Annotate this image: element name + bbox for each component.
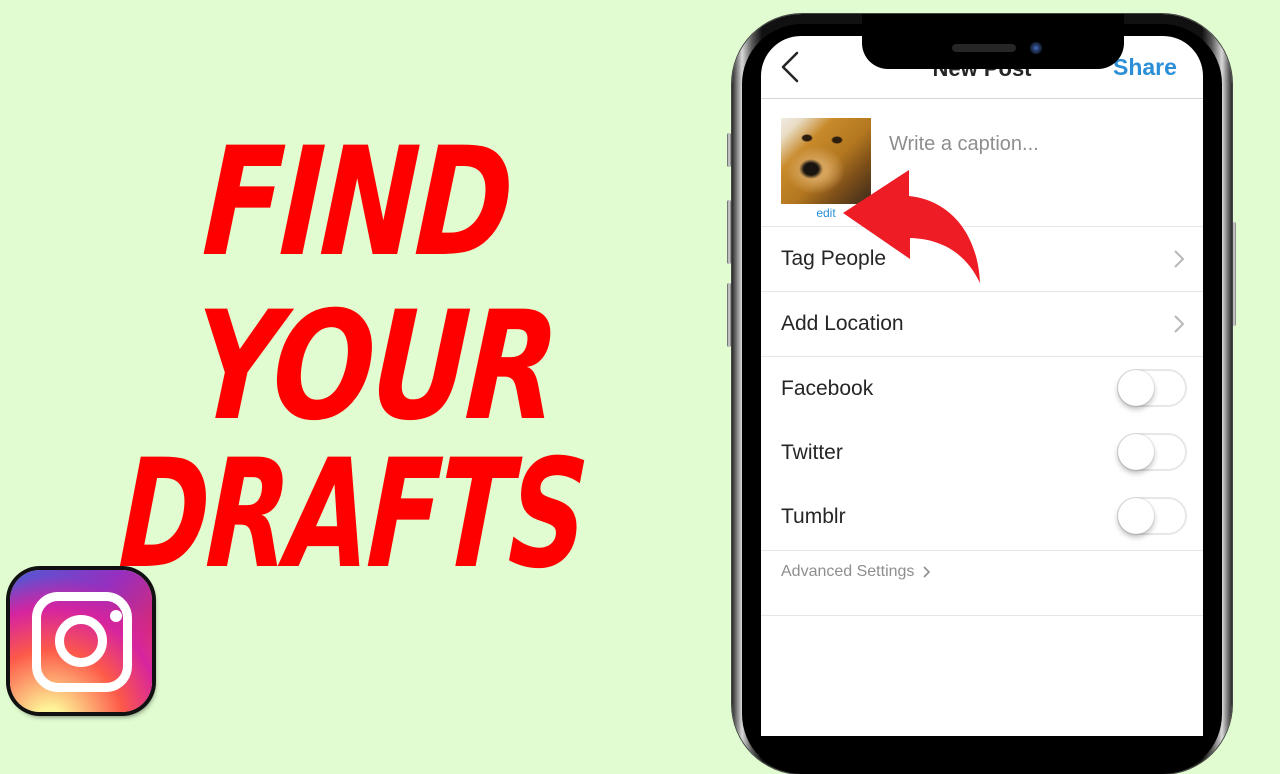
divider xyxy=(761,615,1203,616)
instagram-logo-flash xyxy=(110,610,122,622)
toggle-knob xyxy=(1118,434,1154,470)
instagram-logo-icon xyxy=(10,570,152,712)
phone-notch xyxy=(862,14,1124,69)
chevron-right-icon xyxy=(923,566,931,578)
row-twitter: Twitter xyxy=(761,421,1203,485)
twitter-toggle[interactable] xyxy=(1117,433,1187,471)
row-label: Facebook xyxy=(781,377,874,400)
phone-power-button xyxy=(1232,222,1236,326)
row-tumblr: Tumblr xyxy=(761,485,1203,551)
row-add-location[interactable]: Add Location xyxy=(761,292,1203,357)
headline-line-find: FIND xyxy=(199,116,515,290)
share-button[interactable]: Share xyxy=(1113,54,1203,81)
phone-volume-down-button xyxy=(727,283,731,347)
chevron-right-icon xyxy=(1174,315,1184,333)
row-label: Tumblr xyxy=(781,505,846,528)
chevron-right-icon xyxy=(1174,250,1184,268)
phone-screen: New Post Share edit Tag People Add Locat… xyxy=(761,36,1203,736)
phone-speaker xyxy=(952,44,1016,52)
advanced-settings-label: Advanced Settings xyxy=(781,563,915,580)
headline-line-your: YOUR xyxy=(188,280,561,454)
red-arrow-icon xyxy=(843,170,980,283)
row-label: Twitter xyxy=(781,441,843,464)
headline-line-drafts: DRAFTS xyxy=(115,428,589,602)
caption-input[interactable] xyxy=(889,130,1179,158)
toggle-knob xyxy=(1118,370,1154,406)
row-facebook: Facebook xyxy=(761,357,1203,421)
instagram-logo-lens xyxy=(55,615,107,667)
tumblr-toggle[interactable] xyxy=(1117,497,1187,535)
phone-volume-up-button xyxy=(727,200,731,264)
toggle-knob xyxy=(1118,498,1154,534)
phone-mute-switch xyxy=(727,133,731,167)
facebook-toggle[interactable] xyxy=(1117,369,1187,407)
advanced-settings-link[interactable]: Advanced Settings xyxy=(781,563,931,581)
phone-camera xyxy=(1030,42,1042,54)
row-label: Add Location xyxy=(781,312,904,335)
